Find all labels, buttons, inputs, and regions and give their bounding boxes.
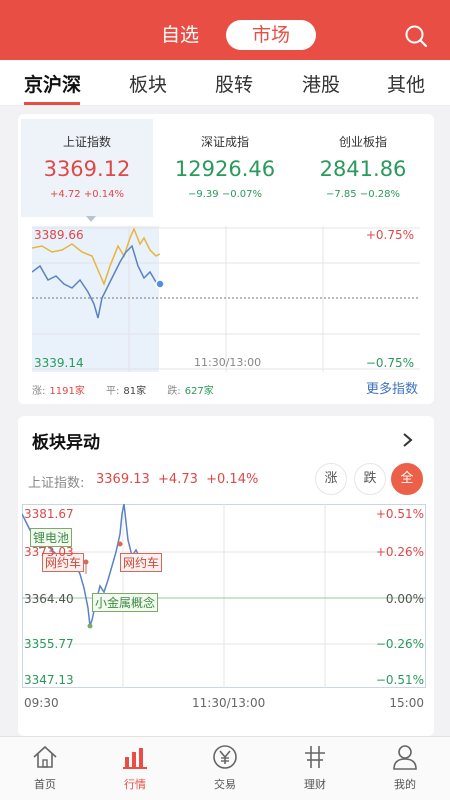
nav-profile[interactable]: 我的 <box>360 743 450 792</box>
user-icon <box>393 745 417 770</box>
event-marker <box>83 559 89 565</box>
section-title: 板块异动 <box>32 433 100 453</box>
chart-high-value: 3389.66 <box>34 228 84 242</box>
y-right-label: 0.00% <box>385 592 424 606</box>
intraday-mini-chart[interactable] <box>32 226 420 372</box>
filter-rise-button[interactable]: 涨 <box>315 463 347 495</box>
sh-index-label: 上证指数: <box>28 476 85 491</box>
y-left-label: 3355.77 <box>24 637 74 651</box>
index-card: 上证指数 3369.12 +4.72 +0.14% 深证成指 12926.46 … <box>18 114 434 404</box>
segment-market[interactable]: 市场 <box>226 20 316 50</box>
tab-sector[interactable]: 板块 <box>129 70 167 97</box>
nav-home[interactable]: 首页 <box>0 743 90 792</box>
flat-count-label: 平: <box>106 386 120 397</box>
chevron-right-icon[interactable] <box>402 432 414 448</box>
y-right-label: −0.26% <box>375 637 424 651</box>
nav-label: 我的 <box>394 778 416 791</box>
event-marker <box>117 541 123 547</box>
nav-wealth[interactable]: 理财 <box>270 743 360 792</box>
up-count-label: 涨: <box>32 386 46 397</box>
y-right-label: −0.51% <box>375 673 424 687</box>
search-icon[interactable] <box>404 24 428 48</box>
nav-label: 理财 <box>304 778 326 791</box>
index-value: 12926.46 <box>174 157 276 181</box>
latest-price-dot <box>155 279 165 289</box>
sector-movement-chart[interactable] <box>22 504 426 690</box>
tab-hk[interactable]: 港股 <box>302 70 340 97</box>
segment-watchlist[interactable]: 自选 <box>140 20 220 50</box>
x-label-open: 09:30 <box>24 696 59 710</box>
chart-grid <box>22 504 426 688</box>
index-name: 创业板指 <box>338 135 387 149</box>
x-label-close: 15:00 <box>389 696 424 710</box>
yuan-trade-icon <box>213 745 237 769</box>
flat-count: 81家 <box>123 386 147 397</box>
index-name: 上证指数 <box>62 135 111 149</box>
home-icon <box>33 745 57 768</box>
index-change: −7.85 −0.28% <box>326 189 400 200</box>
nav-label: 交易 <box>214 778 236 791</box>
nav-label: 行情 <box>124 778 146 791</box>
index-value: 2841.86 <box>319 157 407 181</box>
more-indices-link[interactable]: 更多指数 <box>366 378 418 397</box>
tab-neeq[interactable]: 股转 <box>215 70 253 97</box>
sector-tag-minor-metals[interactable]: 小金属概念 <box>92 593 159 612</box>
sh-index-values: 3369.13 +4.73 +0.14% <box>96 472 259 487</box>
y-right-label: +0.26% <box>375 545 424 559</box>
wealth-icon <box>305 746 325 768</box>
index-cyb[interactable]: 创业板指 2841.86 −7.85 −0.28% <box>297 119 429 217</box>
market-chart-icon <box>123 748 147 769</box>
index-sz[interactable]: 深证成指 12926.46 −9.39 −0.07% <box>159 119 291 217</box>
y-left-label: 3373.03 <box>24 545 74 559</box>
index-sh[interactable]: 上证指数 3369.12 +4.72 +0.14% <box>21 119 153 217</box>
top-bar: 自选 市场 <box>0 0 450 60</box>
chart-low-pct: −0.75% <box>365 356 414 370</box>
up-count: 1191家 <box>49 386 85 397</box>
nav-market[interactable]: 行情 <box>90 743 180 792</box>
event-marker <box>87 623 93 629</box>
y-left-label: 3347.13 <box>24 673 74 687</box>
active-tab-indicator <box>24 102 80 105</box>
index-value: 3369.12 <box>43 157 131 181</box>
tab-hushen[interactable]: 京沪深 <box>24 70 81 97</box>
chart-area-fill <box>32 226 159 372</box>
nav-trade[interactable]: 交易 <box>180 743 270 792</box>
index-change: −9.39 −0.07% <box>188 189 262 200</box>
sector-movement-card: 板块异动 上证指数: 3369.13 +4.73 +0.14% 涨 跌 全 锂电… <box>18 416 434 736</box>
index-change: +4.72 +0.14% <box>50 189 124 200</box>
down-count: 627家 <box>184 386 214 397</box>
down-count-label: 跌: <box>167 386 181 397</box>
chart-mid-time: 11:30/13:00 <box>194 356 262 369</box>
x-label-mid: 11:30/13:00 <box>192 696 266 710</box>
y-left-label: 3381.67 <box>24 507 74 521</box>
y-right-label: +0.51% <box>375 507 424 521</box>
filter-fall-button[interactable]: 跌 <box>354 463 386 495</box>
filter-all-button[interactable]: 全 <box>391 463 423 495</box>
y-left-label: 3364.40 <box>24 592 74 606</box>
chart-low-value: 3339.14 <box>34 356 84 370</box>
tab-other[interactable]: 其他 <box>387 70 425 97</box>
sector-tag-ridehailing-2[interactable]: 网约车 <box>120 553 163 572</box>
market-breadth: 涨: 1191家 平: 81家 跌: 627家 <box>32 382 218 397</box>
selected-indicator <box>86 216 96 222</box>
index-name: 深证成指 <box>200 135 249 149</box>
chart-high-pct: +0.75% <box>365 228 414 242</box>
bottom-navigation: 首页 行情 交易 理财 我的 <box>0 736 450 800</box>
nav-label: 首页 <box>34 778 56 791</box>
market-tabs: 京沪深 板块 股转 港股 其他 <box>0 60 450 106</box>
